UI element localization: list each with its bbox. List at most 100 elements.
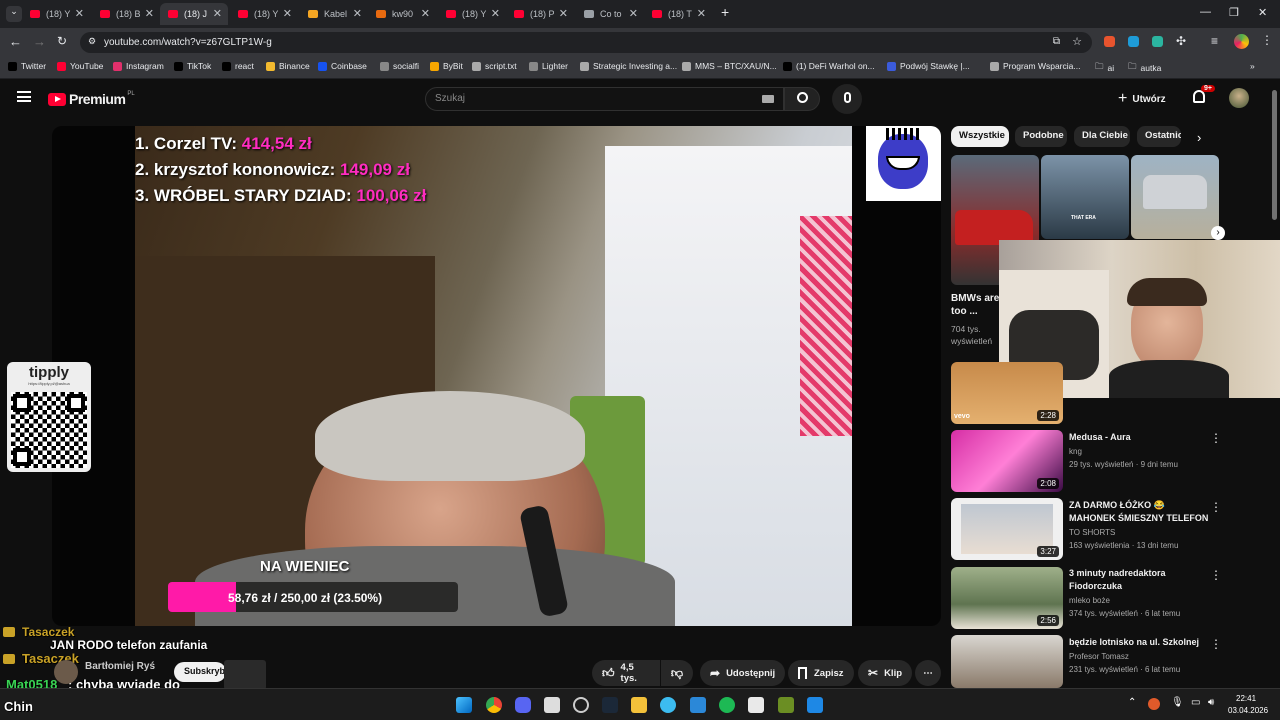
bookmark-item[interactable]: Strategic Investing a... <box>580 61 677 71</box>
tray-chevron-icon[interactable]: ⌃ <box>1128 697 1136 708</box>
video-frame[interactable]: 1. Corzel TV: 414,54 zł 2. krzysztof kono… <box>135 126 852 626</box>
minimize-button[interactable]: — <box>1200 6 1211 18</box>
clock-date[interactable]: 03.04.2026 <box>1228 706 1268 715</box>
clock-time[interactable]: 22:41 <box>1236 694 1256 703</box>
recommended-thumbnail[interactable]: 2:08 <box>951 430 1063 492</box>
notifications-button[interactable]: 9+ <box>1193 85 1215 103</box>
bookmark-item[interactable]: Program Wsparcia... <box>990 61 1080 71</box>
spotify-icon[interactable] <box>719 697 735 713</box>
app-icon[interactable] <box>660 697 676 713</box>
network-icon[interactable]: ▭ <box>1191 697 1200 708</box>
chrome-icon[interactable] <box>486 697 502 713</box>
steam-icon[interactable] <box>602 697 618 713</box>
close-tab-icon[interactable]: ✕ <box>283 7 292 20</box>
windows-start-icon[interactable] <box>456 697 472 713</box>
browser-tab[interactable]: (18) J ✕ <box>160 3 228 25</box>
page-scrollbar[interactable] <box>1272 90 1277 220</box>
create-button[interactable]: + Utwórz <box>1118 88 1166 110</box>
app-icon[interactable] <box>748 697 764 713</box>
close-tab-icon[interactable]: ✕ <box>559 7 568 20</box>
bookmark-star-icon[interactable]: ☆ <box>1072 35 1082 48</box>
filter-chip[interactable]: Podobne <box>1015 126 1067 147</box>
recommended-thumbnail[interactable]: 2:56 <box>951 567 1063 629</box>
close-tab-icon[interactable]: ✕ <box>145 7 154 20</box>
browser-tab[interactable]: (18) Y ✕ <box>438 3 506 25</box>
recommended-title[interactable]: BMWs are too ... <box>951 292 1001 318</box>
bookmark-item[interactable]: Lighter <box>529 61 568 71</box>
reading-list-icon[interactable]: ≡ <box>1211 34 1218 48</box>
youtube-logo[interactable]: Premium PL <box>48 91 135 107</box>
close-tab-icon[interactable]: ✕ <box>697 7 706 20</box>
site-info-icon[interactable]: ⚙ <box>88 36 96 47</box>
bookmark-item[interactable]: Podwój Stawkę |... <box>887 61 970 71</box>
restore-button[interactable]: ❐ <box>1229 6 1239 19</box>
recommended-title[interactable]: Medusa - Aura <box>1069 431 1204 444</box>
browser-tab[interactable]: (18) B ✕ <box>92 3 160 25</box>
browser-tab[interactable]: (18) Y ✕ <box>22 3 90 25</box>
app-icon[interactable] <box>544 697 560 713</box>
recommended-title[interactable]: ZA DARMO ŁÓŻKO 😂 MAHONEK ŚMIESZNY TELEFO… <box>1069 499 1209 525</box>
clip-button[interactable]: ✂ Klip <box>858 660 913 686</box>
keyboard-icon[interactable] <box>762 95 774 103</box>
bookmark-item[interactable]: MMS – BTC/XAU/N... <box>682 61 777 71</box>
discord-icon[interactable] <box>515 697 531 713</box>
more-options-icon[interactable]: ⋮ <box>1210 431 1222 445</box>
bookmark-item[interactable]: Instagram <box>113 61 164 71</box>
search-input[interactable]: Szukaj <box>435 93 465 104</box>
filter-chip[interactable]: Wszystkie <box>951 126 1009 147</box>
bookmark-item[interactable]: react <box>222 61 254 71</box>
recommended-channel[interactable]: kng <box>1069 446 1082 458</box>
search-box[interactable]: Szukaj <box>425 87 784 111</box>
recommended-title[interactable]: będzie lotnisko na ul. Szkolnej <box>1069 636 1209 649</box>
close-tab-icon[interactable]: ✕ <box>213 7 222 20</box>
recommended-thumbnail[interactable]: vevo 2:28 <box>951 362 1063 424</box>
close-tab-icon[interactable]: ✕ <box>629 7 638 20</box>
subscribe-button[interactable]: Subskrybuj <box>174 662 226 682</box>
browser-menu-icon[interactable]: ⋮ <box>1261 33 1273 47</box>
forward-icon[interactable]: → <box>33 34 46 49</box>
recommended-thumbnail[interactable]: 3:27 <box>951 498 1063 560</box>
close-tab-icon[interactable]: ✕ <box>421 7 430 20</box>
like-button[interactable]: 👍︎ 4,5 tys. <box>592 660 660 686</box>
extension-icon[interactable] <box>1104 36 1115 47</box>
app-icon[interactable] <box>573 697 589 713</box>
recommended-thumbnail[interactable]: THAT ERA <box>1041 155 1129 239</box>
bookmark-item[interactable]: Binance <box>266 61 310 71</box>
bookmark-folder[interactable]: 🗀 ai <box>1095 61 1114 75</box>
profile-avatar[interactable] <box>1234 34 1249 49</box>
volume-icon[interactable]: 🔊︎ <box>1208 697 1214 708</box>
more-options-icon[interactable]: ⋮ <box>1210 568 1222 582</box>
bookmark-item[interactable]: (1) DeFi Warhol on... <box>783 61 875 71</box>
browser-tab[interactable]: kw90 ✕ <box>368 3 436 25</box>
bookmark-item[interactable]: TikTok <box>174 61 211 71</box>
file-explorer-icon[interactable] <box>631 697 647 713</box>
browser-tab[interactable]: Co to ✕ <box>576 3 644 25</box>
bookmark-item[interactable]: socialfi <box>380 61 419 71</box>
bookmark-item[interactable]: Coinbase <box>318 61 367 71</box>
bookmark-item[interactable]: YouTube <box>57 61 103 71</box>
more-options-icon[interactable]: ⋮ <box>1210 500 1222 514</box>
tab-search-button[interactable]: ⌄ <box>6 6 22 22</box>
bookmark-item[interactable]: script.txt <box>472 61 517 71</box>
voice-search-button[interactable] <box>832 84 862 114</box>
browser-tab[interactable]: (18) P ✕ <box>506 3 574 25</box>
address-bar[interactable]: ⚙ youtube.com/watch?v=z67GLTP1W-g ⧉ ☆ <box>80 32 1092 53</box>
filter-chip[interactable]: Ostatnio <box>1137 126 1181 147</box>
install-app-icon[interactable]: ⧉ <box>1053 36 1060 47</box>
more-options-icon[interactable]: ⋮ <box>1210 637 1222 651</box>
filter-chip[interactable]: Dla Ciebie <box>1074 126 1130 147</box>
bookmark-folder[interactable]: 🗀 autka <box>1128 61 1161 75</box>
browser-tab[interactable]: (18) Y ✕ <box>230 3 298 25</box>
chip-scroll-right-icon[interactable]: › <box>1197 130 1201 145</box>
recommended-channel[interactable]: mleko boże <box>1069 595 1110 607</box>
channel-name[interactable]: Bartłomiej Ryś <box>85 661 155 672</box>
reload-icon[interactable]: ↻ <box>57 34 67 48</box>
extension-icon[interactable] <box>1128 36 1139 47</box>
browser-tab[interactable]: (18) T ✕ <box>644 3 712 25</box>
all-bookmarks-icon[interactable]: » <box>1250 61 1255 71</box>
extension-icon[interactable] <box>1152 36 1163 47</box>
recommended-thumbnail[interactable] <box>1131 155 1219 239</box>
recommended-title[interactable]: 3 minuty nadredaktora Fiodorczuka <box>1069 567 1209 593</box>
shelf-scroll-right-icon[interactable]: › <box>1211 226 1225 240</box>
bookmark-item[interactable]: ByBit <box>430 61 463 71</box>
